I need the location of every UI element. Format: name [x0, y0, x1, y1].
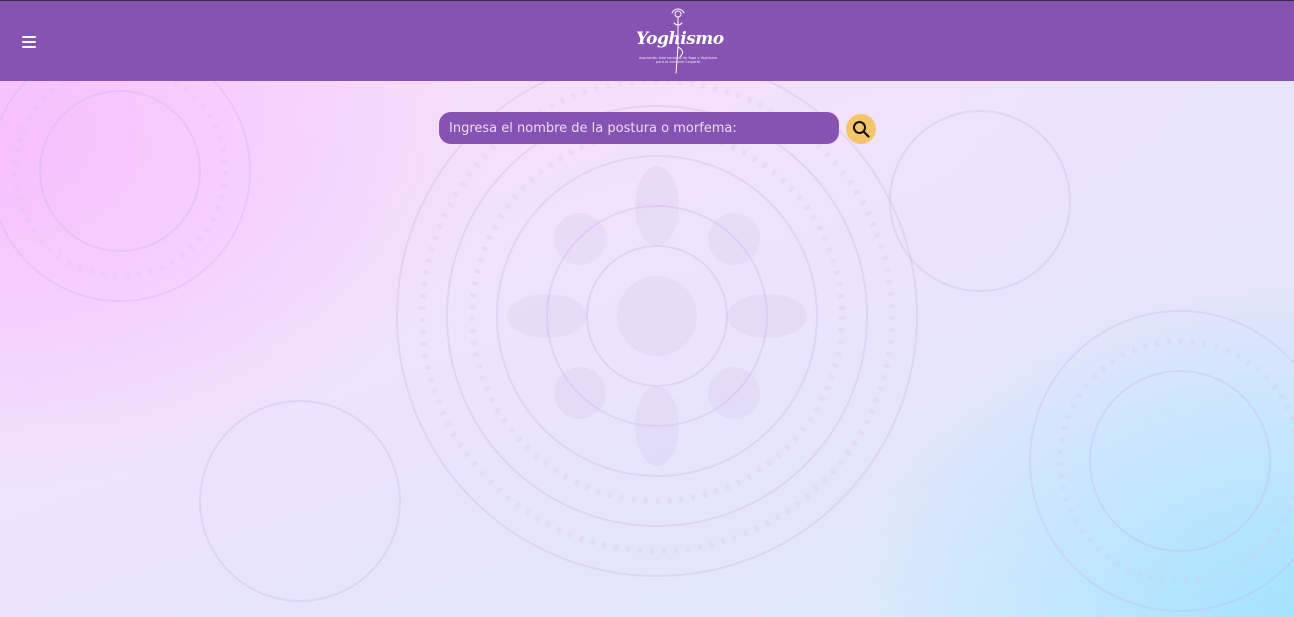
mandala-background: [0, 81, 1294, 617]
search-icon: [853, 121, 870, 138]
search-button[interactable]: [846, 114, 876, 144]
search-bar: [439, 112, 839, 144]
hamburger-line-middle: [22, 41, 36, 43]
logo-tagline: Asociación Internacional de Yoga y Yoghi…: [638, 56, 718, 64]
mandala-pattern: [0, 81, 1294, 612]
hamburger-menu-button[interactable]: [16, 27, 42, 55]
hamburger-line-top: [22, 36, 36, 38]
yoghismo-logo[interactable]: Yoghismo Asociación Internacional de Yog…: [628, 7, 728, 77]
top-navigation-bar: Yoghismo Asociación Internacional de Yog…: [0, 0, 1294, 81]
hamburger-line-bottom: [22, 46, 36, 48]
logo-wordmark: Yoghismo: [636, 29, 724, 49]
posture-search-input[interactable]: [439, 112, 839, 144]
